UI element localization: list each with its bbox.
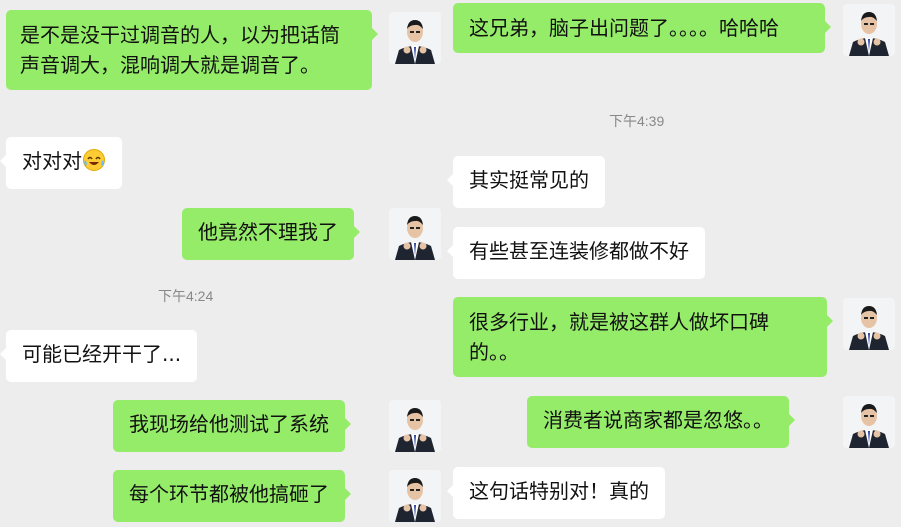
message-bubble[interactable]: 对对对 xyxy=(0,137,122,189)
user-avatar-icon[interactable] xyxy=(843,4,895,56)
message-bubble[interactable]: 我现场给他测试了系统 xyxy=(113,400,351,452)
message-text: 有些甚至连装修都做不好 xyxy=(469,239,689,263)
message-text: 其实挺常见的 xyxy=(469,168,589,192)
message-text: 是不是没干过调音的人，以为把话筒声音调大，混响调大就是调音了。 xyxy=(20,23,340,77)
laughing-tears-emoji-icon xyxy=(82,148,106,172)
message-bubble[interactable]: 有些甚至连装修都做不好 xyxy=(447,227,705,279)
message-text: 他竟然不理我了 xyxy=(198,220,338,244)
message-text: 我现场给他测试了系统 xyxy=(129,412,329,436)
user-avatar-icon[interactable] xyxy=(843,396,895,448)
message-bubble[interactable]: 很多行业，就是被这群人做坏口碑的。。 xyxy=(453,297,833,377)
message-bubble[interactable]: 这兄弟，脑子出问题了。。。。哈哈哈 xyxy=(453,3,831,53)
user-avatar-icon[interactable] xyxy=(389,208,441,260)
message-bubble[interactable]: 他竟然不理我了 xyxy=(182,208,360,260)
user-avatar-icon[interactable] xyxy=(843,298,895,350)
message-bubble[interactable]: 是不是没干过调音的人，以为把话筒声音调大，混响调大就是调音了。 xyxy=(6,10,378,90)
message-text: 很多行业，就是被这群人做坏口碑的。。 xyxy=(469,310,769,364)
message-text: 对对对 xyxy=(22,149,82,173)
timestamp: 下午4:24 xyxy=(158,288,214,304)
message-text: 这句话特别对！真的 xyxy=(469,479,649,503)
user-avatar-icon[interactable] xyxy=(389,470,441,522)
message-bubble[interactable]: 这句话特别对！真的 xyxy=(447,467,665,519)
right-chat-panel: 这兄弟，脑子出问题了。。。。哈哈哈 下午4:39 其实挺常见的 有些甚至连装修都… xyxy=(447,0,901,527)
timestamp: 下午4:39 xyxy=(609,113,665,129)
message-bubble[interactable]: 消费者说商家都是忽悠。。 xyxy=(527,396,795,448)
user-avatar-icon[interactable] xyxy=(389,12,441,64)
message-bubble[interactable]: 可能已经开干了... xyxy=(0,330,198,382)
message-text: 这兄弟，脑子出问题了。。。。哈哈哈 xyxy=(469,16,779,40)
message-bubble[interactable]: 其实挺常见的 xyxy=(447,156,605,208)
message-text: 消费者说商家都是忽悠。。 xyxy=(543,408,773,432)
left-chat-panel: 是不是没干过调音的人，以为把话筒声音调大，混响调大就是调音了。 对对对 他竟然不… xyxy=(0,0,446,527)
user-avatar-icon[interactable] xyxy=(389,400,441,452)
message-text: 每个环节都被他搞砸了 xyxy=(129,482,329,506)
message-text: 可能已经开干了... xyxy=(22,342,182,366)
message-bubble[interactable]: 每个环节都被他搞砸了 xyxy=(113,470,351,522)
